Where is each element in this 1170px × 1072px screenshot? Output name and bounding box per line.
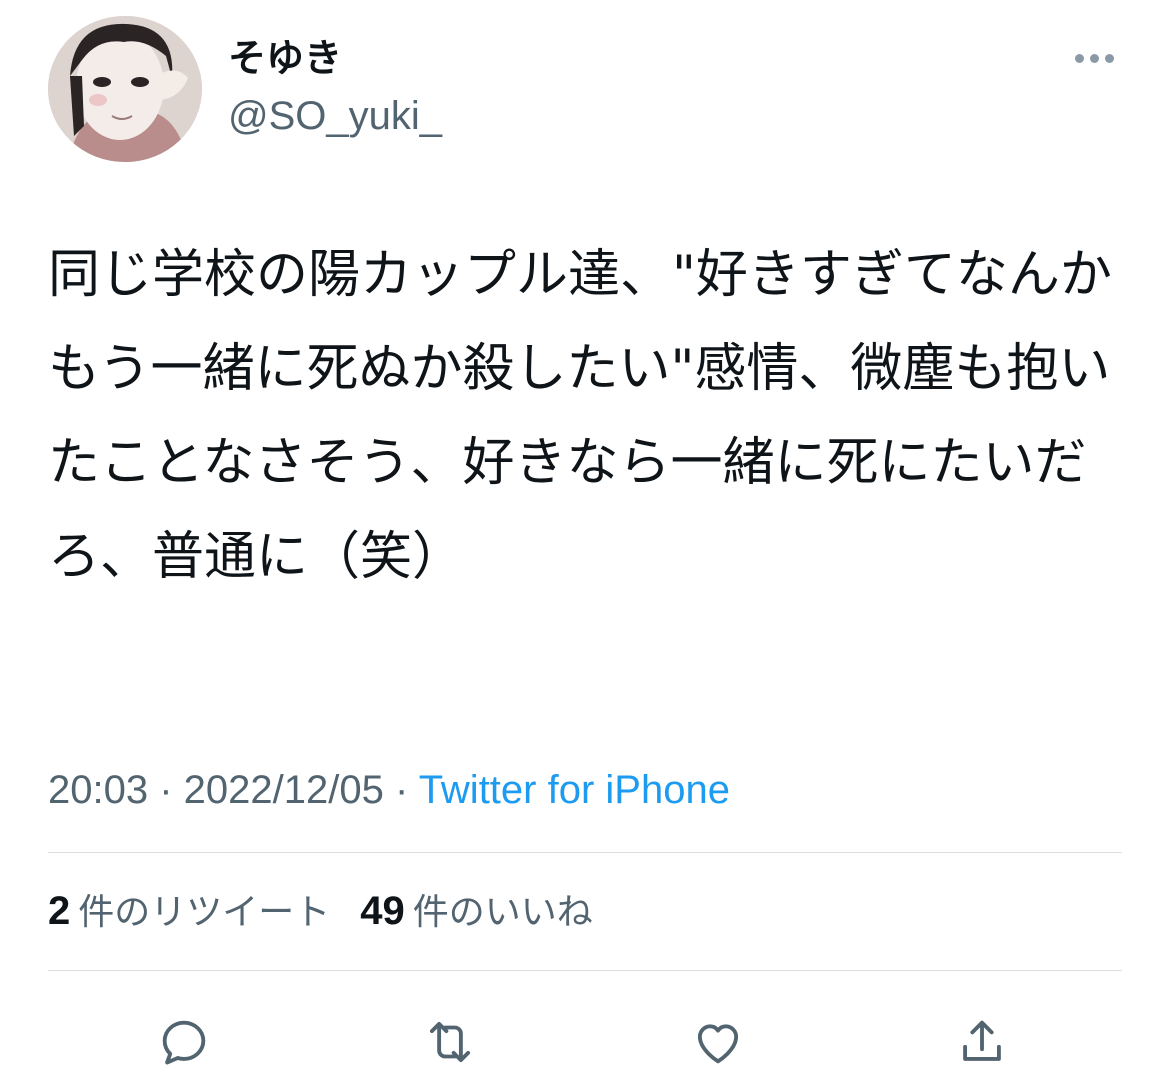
more-dot xyxy=(1074,53,1084,63)
tweet-time[interactable]: 20:03 xyxy=(48,768,148,812)
more-options-icon[interactable] xyxy=(1066,40,1122,76)
likes-label: 件のいいね xyxy=(412,892,593,933)
like-icon xyxy=(697,1024,739,1064)
more-dot xyxy=(1104,53,1114,63)
retweet-icon xyxy=(429,1021,471,1063)
meta-separator: · xyxy=(383,768,419,812)
retweets-label: 件のリツイート xyxy=(78,892,331,933)
user-handle[interactable]: @SO_yuki_ xyxy=(228,92,442,140)
like-button[interactable] xyxy=(686,1012,750,1072)
avatar-image xyxy=(48,16,202,162)
tweet-stats: 2 件のリツイート 49 件のいいね xyxy=(48,885,593,939)
reply-icon xyxy=(162,1020,206,1065)
share-button[interactable] xyxy=(950,1012,1014,1072)
tweet-meta: 20:03 · 2022/12/05 · Twitter for iPhone xyxy=(48,764,730,816)
divider xyxy=(48,852,1122,853)
tweet-source-link[interactable]: Twitter for iPhone xyxy=(419,768,730,812)
reply-button[interactable] xyxy=(152,1012,216,1072)
share-icon xyxy=(963,1020,1001,1061)
meta-separator: · xyxy=(148,768,184,812)
likes-count: 49 xyxy=(360,889,405,933)
retweets-stat[interactable]: 2 件のリツイート xyxy=(48,885,330,939)
display-name[interactable]: そゆき xyxy=(228,34,342,82)
divider xyxy=(48,970,1122,971)
likes-stat[interactable]: 49 件のいいね xyxy=(360,885,593,939)
more-dot xyxy=(1089,53,1099,63)
action-bar xyxy=(0,1004,1170,1070)
tweet-text: 同じ学校の陽カップル達、"好きすぎてなんかもう一緒に死ぬか殺したい"感情、微塵も… xyxy=(48,245,1112,587)
retweets-count: 2 xyxy=(48,889,71,933)
avatar[interactable] xyxy=(48,16,202,162)
retweet-button[interactable] xyxy=(418,1012,482,1072)
tweet-date[interactable]: 2022/12/05 xyxy=(184,768,384,812)
